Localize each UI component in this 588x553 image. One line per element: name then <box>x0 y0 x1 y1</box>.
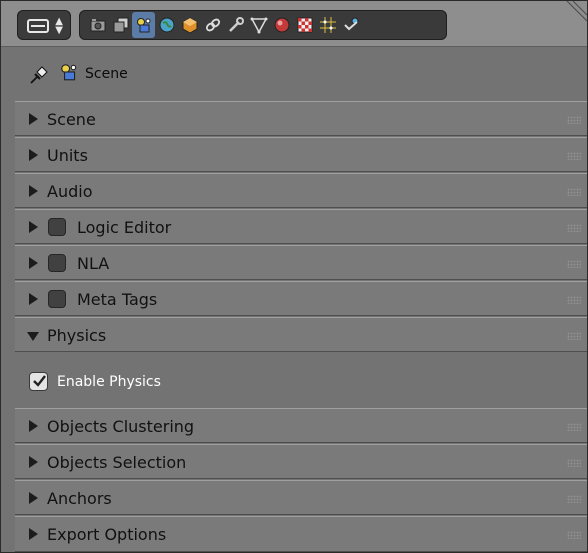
constraints-icon <box>205 18 220 32</box>
panel-logic-editor[interactable]: Logic Editor <box>15 209 587 244</box>
context-tabs <box>79 10 447 40</box>
object-data-icon <box>250 17 267 34</box>
texture-icon <box>297 17 312 33</box>
checkmark-icon <box>33 375 46 387</box>
panel-label: Objects Selection <box>47 453 187 472</box>
properties-editor-icon <box>27 19 49 33</box>
collapsed-arrow-icon <box>29 149 38 161</box>
panel-anchors[interactable]: Anchors <box>15 480 587 515</box>
drag-grip-icon[interactable] <box>567 495 581 503</box>
panel-export-options[interactable]: Export Options <box>15 516 587 552</box>
drag-grip-icon[interactable] <box>567 459 581 467</box>
tab-texture[interactable] <box>293 12 316 38</box>
panel-scene[interactable]: Scene <box>15 101 587 136</box>
tab-material[interactable] <box>270 12 293 38</box>
tab-render[interactable] <box>86 12 109 38</box>
context-path: Scene <box>1 47 587 101</box>
nla-checkbox[interactable] <box>48 254 66 272</box>
drag-grip-icon[interactable] <box>567 332 581 340</box>
header: ▲ ▼ <box>1 1 587 47</box>
chevron-updown-icon: ▲ ▼ <box>55 16 63 36</box>
panel-physics[interactable]: Physics <box>15 317 587 352</box>
panel-label: Objects Clustering <box>47 417 195 436</box>
drag-grip-icon[interactable] <box>567 531 581 539</box>
tab-modifiers[interactable] <box>224 12 247 38</box>
world-icon <box>159 17 174 33</box>
drag-grip-icon[interactable] <box>567 116 581 124</box>
editor-type-button[interactable]: ▲ ▼ <box>17 10 71 40</box>
physics-icon <box>343 17 358 31</box>
logic-editor-checkbox[interactable] <box>48 218 66 236</box>
particles-icon <box>319 17 336 33</box>
context-label: Scene <box>85 66 128 82</box>
collapsed-arrow-icon <box>29 420 38 432</box>
tab-physics[interactable] <box>339 12 362 38</box>
panel-objects-selection[interactable]: Objects Selection <box>15 444 587 479</box>
panel-label: Physics <box>47 326 107 345</box>
scene-icon <box>136 18 150 33</box>
collapsed-arrow-icon <box>29 492 38 504</box>
panel-label: Units <box>47 146 88 165</box>
properties-editor: ▲ ▼ Scene Scene Units Audio Logic Editor… <box>0 0 588 553</box>
tab-render-layers[interactable] <box>109 12 132 38</box>
panel-label: Logic Editor <box>77 218 172 237</box>
drag-grip-icon[interactable] <box>567 152 581 160</box>
tab-constraints[interactable] <box>201 12 224 38</box>
drag-grip-icon[interactable] <box>567 296 581 304</box>
collapsed-arrow-icon <box>29 293 38 305</box>
tab-object[interactable] <box>178 12 201 38</box>
collapsed-arrow-icon <box>29 113 38 125</box>
tab-particles[interactable] <box>316 12 339 38</box>
material-icon <box>274 17 289 33</box>
tab-object-data[interactable] <box>247 12 270 38</box>
drag-grip-icon[interactable] <box>567 188 581 196</box>
collapsed-arrow-icon <box>29 456 38 468</box>
meta-tags-checkbox[interactable] <box>48 290 66 308</box>
panel-meta-tags[interactable]: Meta Tags <box>15 281 587 316</box>
panel-label: Scene <box>47 110 96 129</box>
panel-label: Audio <box>47 182 93 201</box>
render-icon <box>90 19 105 32</box>
modifiers-icon <box>228 17 244 32</box>
scene-icon <box>61 64 77 81</box>
render-layers-icon <box>113 17 128 33</box>
drag-grip-icon[interactable] <box>567 224 581 232</box>
panel-nla[interactable]: NLA <box>15 245 587 280</box>
collapsed-arrow-icon <box>29 185 38 197</box>
enable-physics-checkbox[interactable] <box>29 372 48 391</box>
panel-label: Export Options <box>47 525 167 544</box>
drag-grip-icon[interactable] <box>567 423 581 431</box>
panel-label: Meta Tags <box>77 290 158 309</box>
collapsed-arrow-icon <box>29 528 38 540</box>
tab-world[interactable] <box>155 12 178 38</box>
area-corner-icon[interactable] <box>565 1 587 23</box>
enable-physics-label[interactable]: Enable Physics <box>57 374 161 390</box>
collapsed-arrow-icon <box>29 257 38 269</box>
panel-label: Anchors <box>47 489 112 508</box>
pin-icon[interactable] <box>29 65 49 85</box>
object-icon <box>182 17 197 34</box>
panel-label: NLA <box>77 254 110 273</box>
expanded-arrow-icon <box>27 332 39 341</box>
collapsed-arrow-icon <box>29 221 38 233</box>
physics-panel-body: Enable Physics <box>15 352 587 408</box>
drag-grip-icon[interactable] <box>567 260 581 268</box>
panel-audio[interactable]: Audio <box>15 173 587 208</box>
tab-scene[interactable] <box>132 12 155 38</box>
panel-objects-clustering[interactable]: Objects Clustering <box>15 408 587 443</box>
panel-units[interactable]: Units <box>15 137 587 172</box>
